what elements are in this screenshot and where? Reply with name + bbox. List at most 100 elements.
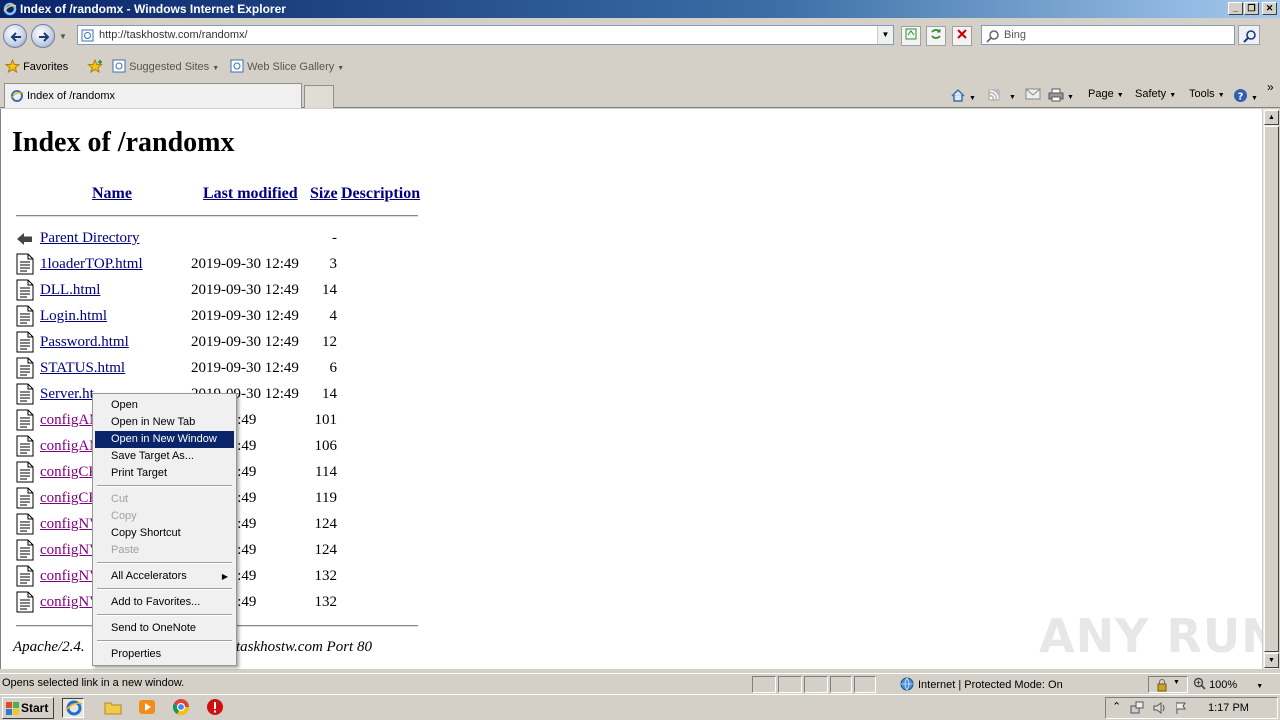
column-description-link[interactable]: Description bbox=[341, 185, 420, 203]
file-link[interactable]: Login.html bbox=[40, 308, 107, 325]
action-center-flag-icon[interactable] bbox=[1174, 701, 1188, 715]
menu-item-copy-shortcut[interactable]: Copy Shortcut bbox=[95, 525, 234, 542]
stop-button[interactable] bbox=[952, 26, 972, 46]
safety-menu[interactable]: Safety ▼ bbox=[1135, 88, 1176, 100]
menu-item-properties[interactable]: Properties bbox=[95, 646, 234, 663]
file-row: DLL.html 2019-09-30 12:49 14 bbox=[1, 279, 601, 305]
taskbar-security-app[interactable] bbox=[204, 698, 226, 718]
chevron-down-icon: ▼ bbox=[1217, 92, 1225, 99]
compatibility-icon bbox=[905, 28, 917, 40]
ie-page-icon bbox=[10, 90, 24, 102]
scroll-down-icon[interactable]: ▼ bbox=[1264, 653, 1279, 668]
page-icon bbox=[81, 29, 94, 42]
address-dropdown-icon[interactable]: ▼ bbox=[877, 26, 893, 44]
compatibility-view-button[interactable] bbox=[901, 26, 921, 46]
menu-item-print-target[interactable]: Print Target bbox=[95, 465, 234, 482]
ie-page-icon bbox=[112, 59, 126, 73]
search-input[interactable]: Bing bbox=[981, 25, 1235, 45]
security-zone-label: Internet | Protected Mode: On bbox=[918, 679, 1063, 691]
restore-button[interactable]: ❐ bbox=[1244, 2, 1259, 15]
forward-button[interactable] bbox=[31, 24, 55, 48]
file-link[interactable]: 1loaderTOP.html bbox=[40, 256, 143, 273]
file-link[interactable]: Parent Directory bbox=[40, 230, 140, 247]
favorites-button[interactable]: Favorites bbox=[4, 58, 69, 74]
search-placeholder: Bing bbox=[1004, 29, 1027, 41]
file-row: STATUS.html 2019-09-30 12:49 6 bbox=[1, 357, 601, 383]
favorites-label: Favorites bbox=[23, 61, 69, 73]
file-size: 14 bbox=[322, 386, 337, 402]
volume-icon[interactable] bbox=[1152, 701, 1166, 715]
menu-item-send-to-onenote[interactable]: Send to OneNote bbox=[95, 620, 234, 637]
file-link[interactable]: configCP bbox=[40, 464, 97, 481]
back-button[interactable] bbox=[3, 24, 27, 48]
new-tab-button[interactable] bbox=[304, 85, 334, 108]
file-link[interactable]: configNV bbox=[40, 516, 100, 533]
file-link[interactable]: Server.ht bbox=[40, 386, 94, 403]
add-to-favorites-bar-button[interactable] bbox=[87, 58, 105, 74]
file-link[interactable]: Password.html bbox=[40, 334, 129, 351]
ie-page-icon bbox=[230, 59, 244, 73]
file-row: configNV9-30 12:49124 bbox=[1, 513, 601, 539]
menu-item-save-target-as[interactable]: Save Target As... bbox=[95, 448, 234, 465]
recent-pages-dropdown-icon[interactable]: ▼ bbox=[59, 32, 67, 41]
refresh-button[interactable] bbox=[926, 26, 946, 46]
chevron-down-icon: ▼ bbox=[212, 65, 220, 72]
show-hidden-icons-icon[interactable]: ⌃ bbox=[1112, 700, 1121, 713]
menu-item-open-in-new-tab[interactable]: Open in New Tab bbox=[95, 414, 234, 431]
file-icon bbox=[16, 539, 34, 561]
column-size-link[interactable]: Size bbox=[310, 185, 338, 203]
taskbar-chrome[interactable] bbox=[170, 698, 192, 718]
more-commands-button[interactable]: » bbox=[1267, 80, 1274, 94]
stop-icon bbox=[957, 29, 967, 39]
scroll-thumb[interactable] bbox=[1264, 126, 1279, 652]
tools-menu[interactable]: Tools ▼ bbox=[1189, 88, 1225, 100]
scroll-up-icon[interactable]: ▲ bbox=[1264, 110, 1279, 125]
taskbar-explorer[interactable] bbox=[102, 698, 124, 718]
file-size: 6 bbox=[329, 360, 338, 376]
clock[interactable]: 1:17 PM bbox=[1208, 702, 1249, 714]
file-icon bbox=[16, 253, 34, 275]
file-size: 132 bbox=[314, 568, 338, 584]
start-button[interactable]: Start bbox=[2, 697, 54, 719]
file-date: 2019-09-30 12:49 bbox=[191, 308, 299, 324]
address-input[interactable]: http://taskhostw.com/randomx/ ▼ bbox=[77, 25, 894, 45]
search-button[interactable] bbox=[1238, 25, 1260, 45]
suggested-sites-link[interactable]: Suggested Sites ▼ bbox=[112, 59, 219, 73]
taskbar-internet-explorer[interactable] bbox=[62, 698, 84, 718]
tab-index-of-randomx[interactable]: Index of /randomx bbox=[4, 83, 302, 108]
chevron-down-icon: ▼ bbox=[1116, 92, 1124, 99]
file-size: 14 bbox=[322, 282, 337, 298]
file-size: - bbox=[332, 230, 337, 246]
read-mail-button[interactable] bbox=[1025, 88, 1041, 101]
feeds-button[interactable]: ▼ bbox=[987, 88, 1016, 102]
file-link[interactable]: configNV bbox=[40, 594, 100, 611]
protected-mode-pane[interactable]: ▼ bbox=[1148, 676, 1188, 693]
network-icon[interactable] bbox=[1130, 701, 1144, 715]
taskbar-media-player[interactable] bbox=[136, 698, 158, 718]
file-link[interactable]: configNV bbox=[40, 568, 100, 585]
menu-item-open-in-new-window[interactable]: Open in New Window bbox=[95, 431, 234, 448]
help-menu[interactable]: ? ▼ bbox=[1233, 88, 1258, 103]
home-icon bbox=[951, 88, 965, 102]
vertical-scrollbar[interactable]: ▲ ▼ bbox=[1262, 109, 1279, 669]
page-menu[interactable]: Page ▼ bbox=[1088, 88, 1124, 100]
zoom-control[interactable]: 100% ▼ bbox=[1193, 677, 1263, 691]
page-title: Index of /randomx bbox=[12, 127, 235, 158]
menu-item-add-to-favorites[interactable]: Add to Favorites... bbox=[95, 594, 234, 611]
server-signature: Apache/2.4. taskhostw.com Port 80 bbox=[13, 639, 372, 656]
file-link[interactable]: configCP bbox=[40, 490, 97, 507]
file-link[interactable]: DLL.html bbox=[40, 282, 100, 299]
print-button[interactable]: ▼ bbox=[1048, 88, 1074, 102]
menu-item-open[interactable]: Open bbox=[95, 397, 234, 414]
column-last-modified-link[interactable]: Last modified bbox=[203, 185, 298, 203]
home-button[interactable]: ▼ bbox=[950, 88, 976, 103]
close-button[interactable]: ✕ bbox=[1262, 2, 1277, 15]
minimize-button[interactable]: _ bbox=[1228, 2, 1243, 15]
file-link[interactable]: configNV bbox=[40, 542, 100, 559]
file-link[interactable]: STATUS.html bbox=[40, 360, 125, 377]
file-icon bbox=[16, 591, 34, 613]
column-name-link[interactable]: Name bbox=[92, 185, 132, 203]
menu-item-all-accelerators[interactable]: All Accelerators ▶ bbox=[95, 568, 234, 585]
security-zone[interactable]: Internet | Protected Mode: On bbox=[900, 677, 1063, 691]
web-slice-gallery-link[interactable]: Web Slice Gallery ▼ bbox=[230, 59, 344, 73]
